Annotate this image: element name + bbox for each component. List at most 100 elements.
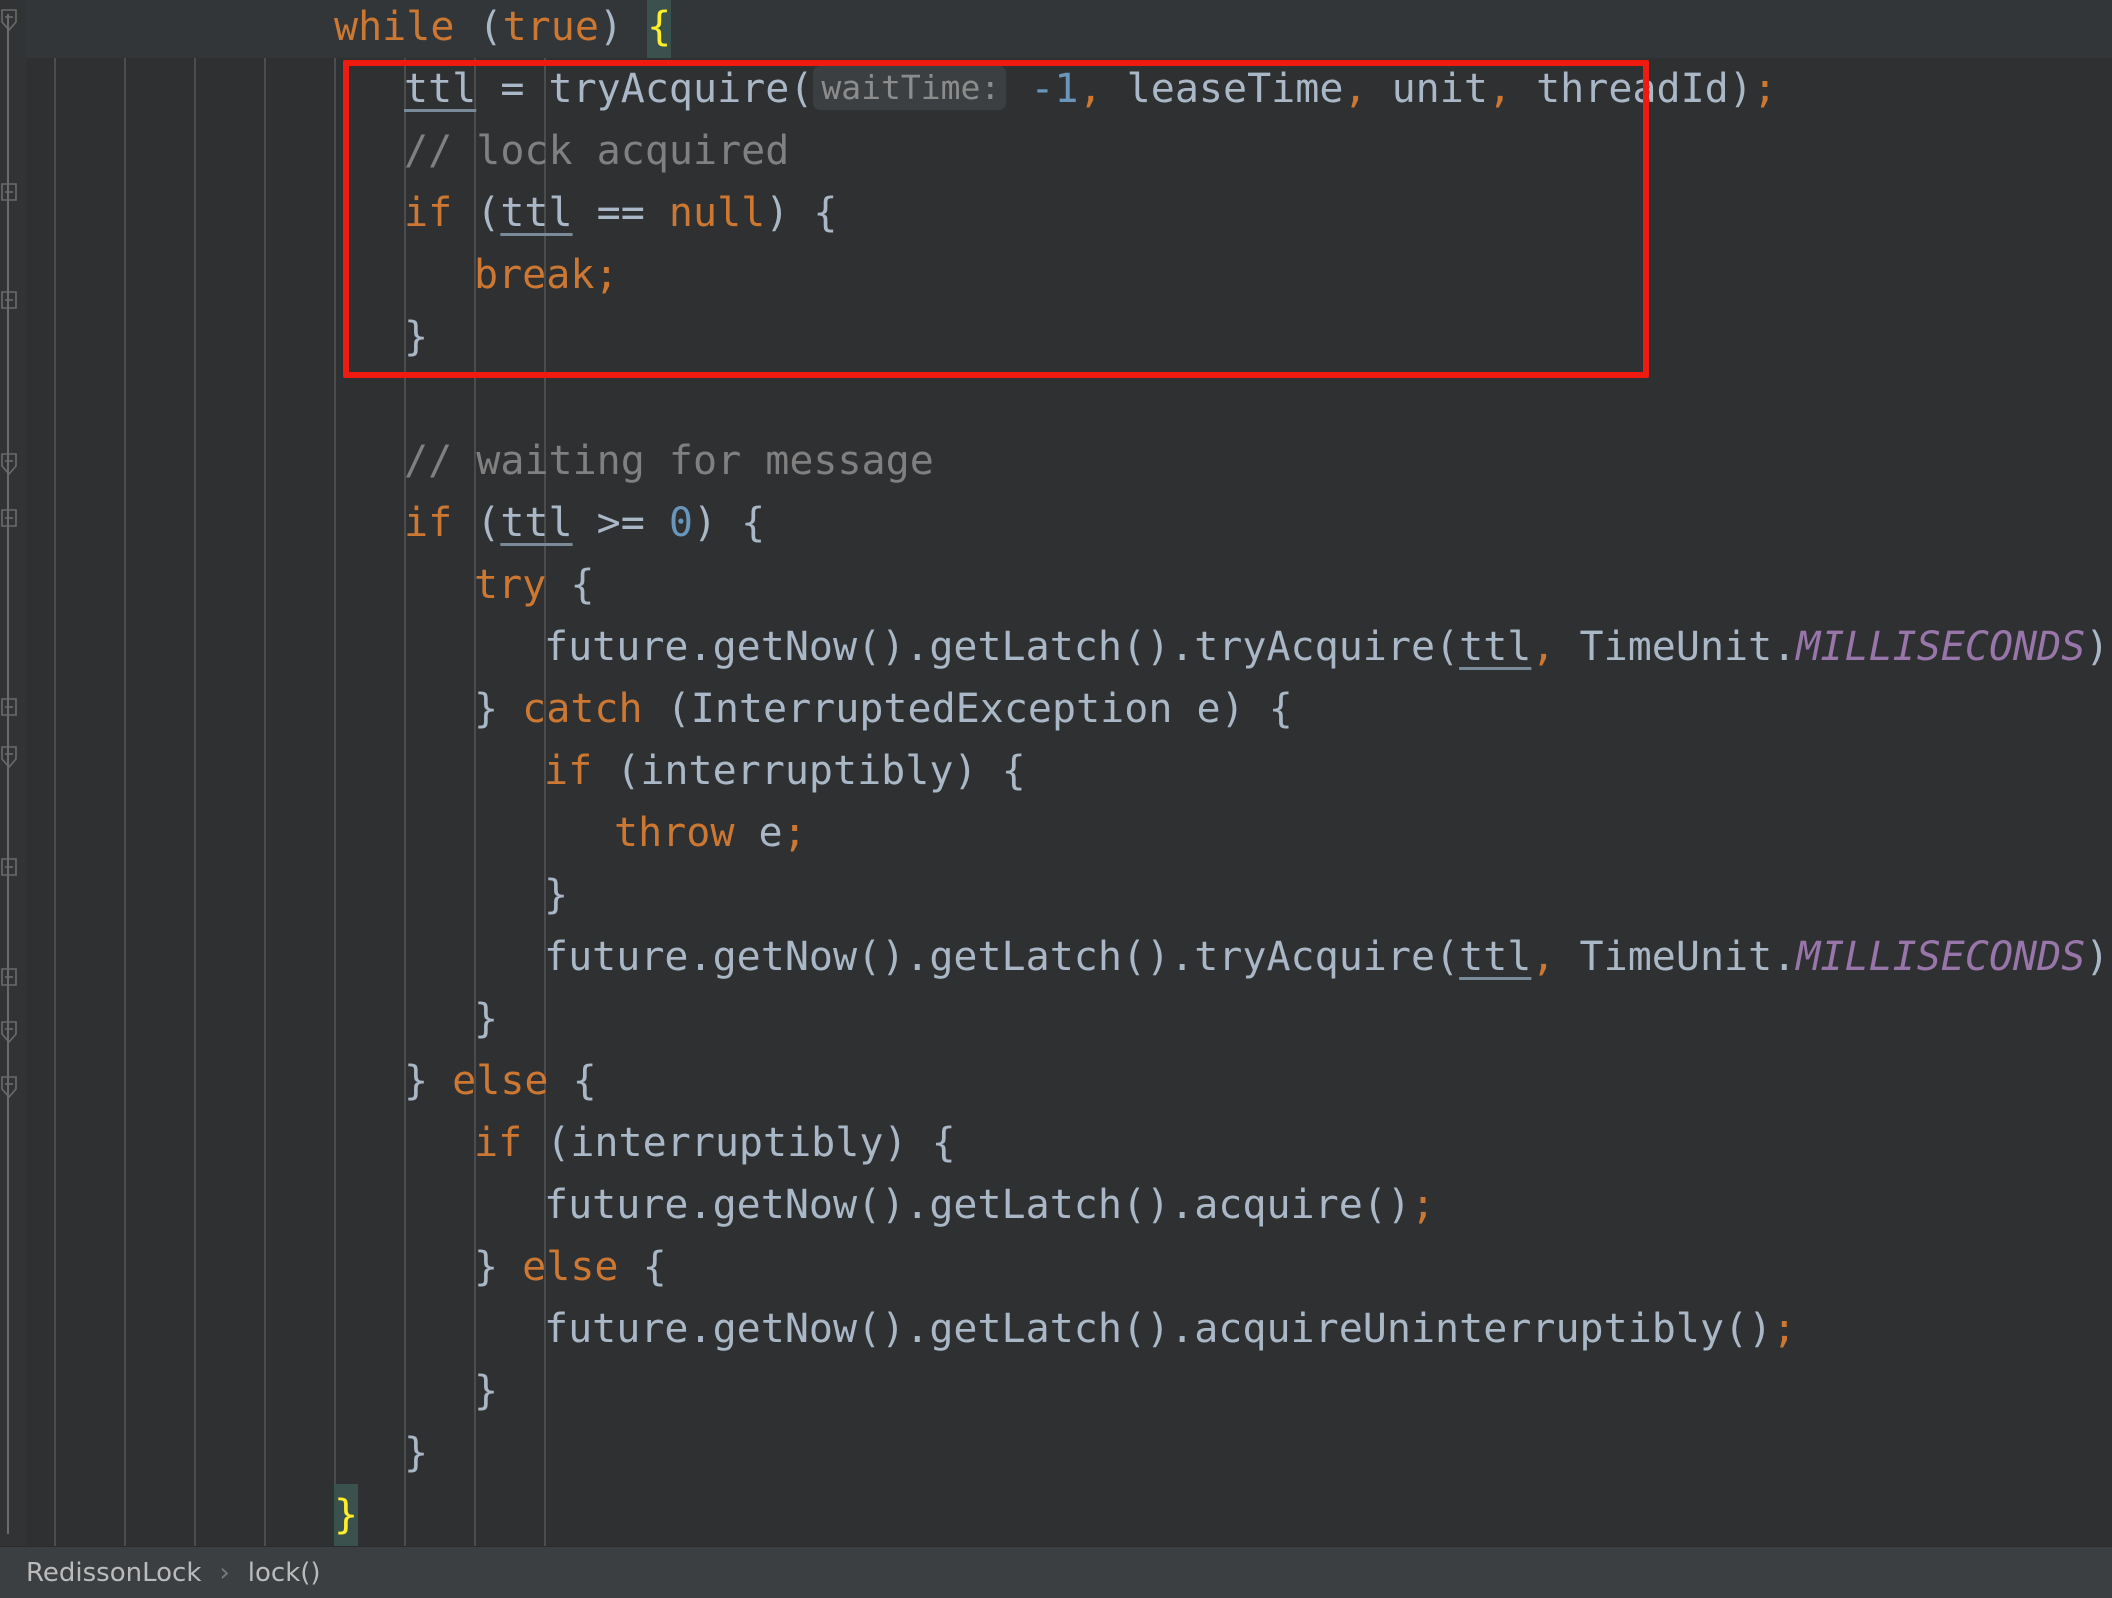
code-token: ) bbox=[2085, 624, 2110, 670]
code-token: -1 bbox=[1030, 66, 1079, 112]
code-token: unit bbox=[1367, 66, 1488, 112]
code-line[interactable]: ttl = tryAcquire(waitTime: -1, leaseTime… bbox=[26, 58, 2112, 120]
code-token: else bbox=[452, 1058, 549, 1104]
code-token: break bbox=[474, 252, 595, 298]
code-line[interactable]: future.getNow().getLatch().acquire(); bbox=[26, 1174, 2112, 1236]
code-token: { bbox=[546, 562, 595, 608]
code-line[interactable]: future.getNow().getLatch().acquireUninte… bbox=[26, 1298, 2112, 1360]
code-token: e bbox=[734, 810, 783, 856]
code-token: (interruptibly) { bbox=[592, 748, 1026, 794]
code-line[interactable]: future.getNow().getLatch().tryAcquire(tt… bbox=[26, 926, 2112, 988]
code-line[interactable]: } bbox=[26, 306, 2112, 368]
code-token: ) { bbox=[765, 190, 838, 236]
code-fold-collapse-down-icon[interactable] bbox=[0, 8, 18, 34]
code-line[interactable]: if (ttl >= 0) { bbox=[26, 492, 2112, 554]
code-line[interactable]: throw e; bbox=[26, 802, 2112, 864]
code-line[interactable]: if (interruptibly) { bbox=[26, 740, 2112, 802]
code-token: leaseTime bbox=[1102, 66, 1344, 112]
code-line[interactable]: } bbox=[26, 988, 2112, 1050]
code-token: ; bbox=[594, 252, 619, 298]
code-line[interactable]: } bbox=[26, 1484, 2112, 1546]
inlay-parameter-hint: waitTime: bbox=[813, 66, 1007, 110]
code-line[interactable]: // waiting for message bbox=[26, 430, 2112, 492]
code-fold-collapse-mid-icon[interactable] bbox=[0, 288, 18, 314]
code-token: throw bbox=[614, 810, 735, 856]
code-token: (interruptibly) { bbox=[522, 1120, 956, 1166]
code-line[interactable] bbox=[26, 368, 2112, 430]
code-fold-collapse-down-icon[interactable] bbox=[0, 452, 18, 478]
code-token: (InterruptedException e) { bbox=[642, 686, 1293, 732]
code-token: { bbox=[647, 0, 672, 58]
code-line[interactable]: } else { bbox=[26, 1236, 2112, 1298]
editor-gutter[interactable] bbox=[0, 0, 26, 1546]
code-token: try bbox=[474, 562, 547, 608]
code-token: while bbox=[334, 4, 455, 50]
fold-spine-line bbox=[7, 14, 9, 1534]
code-token: } bbox=[404, 1430, 429, 1476]
code-token: , bbox=[1487, 66, 1513, 112]
code-fold-collapse-mid-icon[interactable] bbox=[0, 180, 18, 206]
breadcrumb-item-method[interactable]: lock() bbox=[248, 1558, 321, 1588]
code-fold-collapse-mid-icon[interactable] bbox=[0, 506, 18, 532]
code-token: // waiting for message bbox=[404, 438, 934, 484]
code-token: } bbox=[474, 1244, 523, 1290]
code-fold-collapse-mid-icon[interactable] bbox=[0, 855, 18, 881]
code-token: ttl bbox=[500, 500, 573, 546]
code-token: MILLISECONDS bbox=[1796, 624, 2086, 670]
code-token: 0 bbox=[668, 500, 694, 546]
code-token: , bbox=[1078, 66, 1103, 112]
code-token: if bbox=[544, 748, 593, 794]
code-line[interactable]: try { bbox=[26, 554, 2112, 616]
breadcrumb-item-class[interactable]: RedissonLock bbox=[26, 1558, 201, 1588]
code-token: , bbox=[1343, 66, 1368, 112]
code-token: ttl bbox=[1459, 934, 1532, 980]
code-editor[interactable]: while (true) {ttl = tryAcquire(waitTime:… bbox=[0, 0, 2112, 1598]
code-token: // lock acquired bbox=[404, 128, 790, 174]
code-token: } bbox=[544, 872, 569, 918]
code-line[interactable]: } catch (InterruptedException e) { bbox=[26, 678, 2112, 740]
code-token: ) { bbox=[693, 500, 766, 546]
code-token: if bbox=[474, 1120, 523, 1166]
code-fold-collapse-down-icon[interactable] bbox=[0, 1075, 18, 1101]
code-token: TimeUnit. bbox=[1555, 624, 1797, 670]
code-token: true bbox=[502, 4, 599, 50]
code-token: ( bbox=[454, 4, 503, 50]
code-line[interactable]: // lock acquired bbox=[26, 120, 2112, 182]
code-line[interactable]: if (interruptibly) { bbox=[26, 1112, 2112, 1174]
code-token: ; bbox=[1772, 1306, 1797, 1352]
code-token: ; bbox=[1752, 66, 1777, 112]
code-line[interactable]: } bbox=[26, 1422, 2112, 1484]
code-token: } bbox=[474, 686, 523, 732]
code-token: ttl bbox=[404, 66, 477, 112]
code-token: >= bbox=[572, 500, 669, 546]
code-token: future.getNow().getLatch().tryAcquire( bbox=[544, 934, 1460, 980]
code-token: } bbox=[474, 996, 499, 1042]
code-line[interactable]: } bbox=[26, 864, 2112, 926]
breadcrumb[interactable]: RedissonLock › lock() bbox=[0, 1546, 2112, 1598]
code-token: , bbox=[1531, 624, 1556, 670]
code-token: { bbox=[548, 1058, 597, 1104]
code-token: ttl bbox=[1459, 624, 1532, 670]
code-surface[interactable]: while (true) {ttl = tryAcquire(waitTime:… bbox=[26, 0, 2112, 1546]
code-fold-collapse-down-icon[interactable] bbox=[0, 745, 18, 771]
code-token: ) bbox=[598, 4, 648, 50]
code-line[interactable]: } bbox=[26, 1360, 2112, 1422]
code-token: ( bbox=[452, 500, 501, 546]
code-fold-collapse-mid-icon[interactable] bbox=[0, 965, 18, 991]
code-token: if bbox=[404, 500, 453, 546]
code-token: future.getNow().getLatch().tryAcquire( bbox=[544, 624, 1460, 670]
code-token: == bbox=[572, 190, 669, 236]
code-token: else bbox=[522, 1244, 619, 1290]
code-token: TimeUnit. bbox=[1555, 934, 1797, 980]
code-token: } bbox=[334, 1484, 359, 1546]
code-fold-collapse-mid-icon[interactable] bbox=[0, 695, 18, 721]
code-line[interactable]: while (true) { bbox=[26, 0, 2112, 58]
code-fold-collapse-down-icon[interactable] bbox=[0, 1020, 18, 1046]
code-line[interactable]: future.getNow().getLatch().tryAcquire(tt… bbox=[26, 616, 2112, 678]
code-token: threadId) bbox=[1512, 66, 1753, 112]
code-line[interactable]: if (ttl == null) { bbox=[26, 182, 2112, 244]
code-line[interactable]: } else { bbox=[26, 1050, 2112, 1112]
code-line[interactable]: break; bbox=[26, 244, 2112, 306]
code-token: ( bbox=[452, 190, 501, 236]
